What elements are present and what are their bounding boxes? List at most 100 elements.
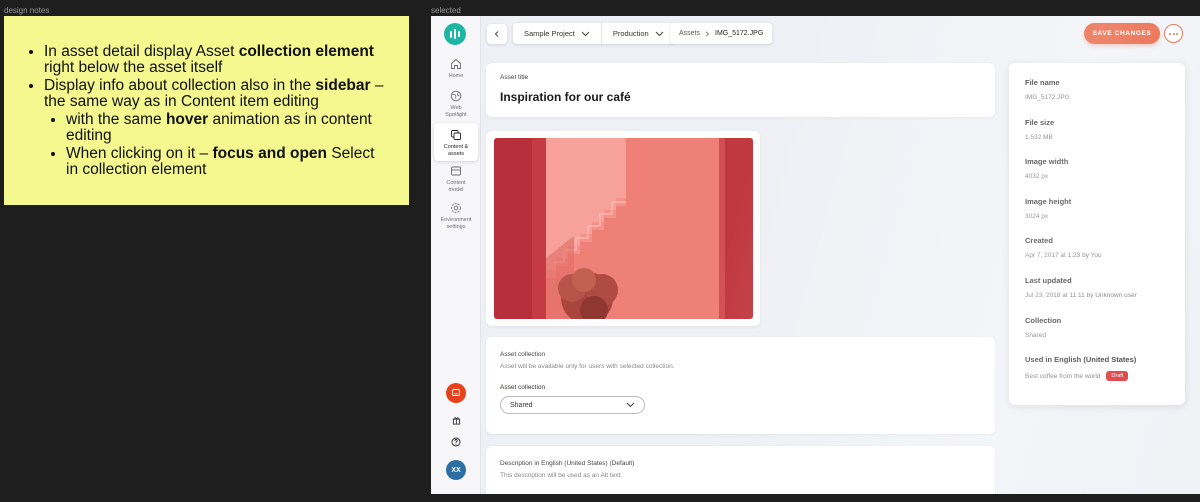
left-nav: Home Web Spotlight Content & assets Cont… — [431, 16, 481, 494]
dot-icon — [1172, 32, 1175, 35]
project-name: Sample Project — [524, 29, 575, 38]
info-value: IMG_5172.JPG — [1025, 94, 1169, 101]
note-item: In asset detail display Asset collection… — [44, 44, 389, 76]
nav-label: Spotlight — [445, 111, 467, 118]
collection-select[interactable]: Shared — [500, 396, 645, 414]
chevron-down-icon — [626, 402, 635, 408]
note-subitem: When clicking on it – focus and open Sel… — [66, 146, 389, 178]
info-value-text: Shared — [1025, 331, 1046, 339]
note-text: Display info about collection also in th… — [44, 77, 316, 94]
breadcrumb-current: IMG_5172.JPG — [715, 30, 764, 37]
info-collection[interactable]: Collection Shared — [1025, 316, 1169, 356]
asset-title-input[interactable]: Inspiration for our café — [500, 90, 981, 104]
nav-item-content-assets[interactable]: Content & assets — [434, 123, 478, 161]
gear-icon — [451, 203, 461, 213]
nav-item-home[interactable]: Home — [434, 58, 478, 80]
info-file-name: File name IMG_5172.JPG — [1025, 78, 1169, 118]
info-value-text: Jul 23, 2018 at 11:11 by Unknown user — [1025, 291, 1137, 299]
nav-label: Content & — [443, 144, 469, 150]
asset-collection-card: Asset collection Asset will be available… — [486, 337, 995, 434]
nav-label: Web — [450, 105, 462, 111]
info-value: Jul 23, 2018 at 11:11 by Unknown user — [1025, 292, 1169, 299]
asset-info-sidebar: File name IMG_5172.JPG File size 1.532 M… — [1009, 63, 1185, 405]
info-value-text: 4032 px — [1025, 173, 1049, 181]
info-value: Apr 7, 2017 at 1:23 by You — [1025, 252, 1169, 259]
asset-image[interactable] — [494, 138, 753, 319]
notes-sublist: with the same hover animation as in cont… — [44, 112, 389, 178]
note-subitem: with the same hover animation as in cont… — [66, 112, 389, 144]
nav-label: Home — [448, 73, 464, 79]
copy-icon — [451, 130, 461, 140]
home-icon — [451, 58, 461, 69]
chat-button[interactable] — [446, 383, 466, 403]
dot-icon — [1176, 32, 1178, 35]
nav-label: Environment — [440, 217, 472, 223]
note-text: right below the asset itself — [44, 59, 223, 76]
note-emphasis: sidebar — [315, 77, 371, 94]
info-file-size: File size 1.532 MB — [1025, 118, 1169, 158]
globe-icon — [450, 90, 462, 102]
collection-section-label: Asset collection — [500, 351, 546, 358]
status-badge: Draft — [1106, 371, 1129, 382]
asset-title-label: Asset title — [500, 74, 529, 81]
info-label: Last updated — [1025, 275, 1072, 285]
note-emphasis: focus and open — [212, 145, 328, 162]
chevron-down-icon — [655, 31, 664, 36]
note-text: In asset detail display Asset — [44, 43, 239, 60]
nav-label: assets — [448, 150, 464, 157]
info-value: 1.532 MB — [1025, 134, 1169, 141]
more-actions-button[interactable] — [1164, 24, 1183, 43]
project-dropdown[interactable]: Sample Project — [513, 23, 601, 44]
info-label: Collection — [1025, 315, 1062, 325]
chat-icon — [452, 389, 460, 396]
save-changes-button[interactable]: SAVE CHANGES — [1084, 23, 1160, 44]
layout-icon — [451, 166, 461, 176]
logo-icon[interactable] — [444, 23, 466, 45]
info-value-text: 3024 px — [1025, 212, 1049, 220]
nav-item-environment-settings[interactable]: Environment settings — [434, 202, 478, 230]
nav-label: settings — [446, 223, 466, 230]
info-label: Image width — [1025, 157, 1069, 167]
help-icon[interactable] — [450, 436, 462, 448]
chevron-left-icon — [494, 31, 499, 37]
nav-label: Content — [446, 180, 466, 186]
user-avatar[interactable]: XX — [446, 460, 466, 480]
collection-field-label: Asset collection — [500, 384, 546, 391]
collection-selected-value: Shared — [510, 401, 533, 409]
info-value: 3024 px — [1025, 213, 1169, 220]
breadcrumb: Assets IMG_5172.JPG — [670, 23, 773, 44]
note-text: with the same — [66, 111, 166, 128]
dot-icon — [1169, 32, 1171, 35]
nav-item-web-spotlight[interactable]: Web Spotlight — [434, 90, 478, 118]
info-value: 4032 px — [1025, 173, 1169, 180]
info-value: Best coffee from the world Draft — [1025, 371, 1169, 382]
note-text: When clicking on it – — [66, 145, 213, 162]
selected-frame-label: selected — [431, 6, 461, 15]
breadcrumb-assets[interactable]: Assets — [679, 30, 700, 37]
description-hint: This description will be used as an Alt … — [500, 472, 623, 479]
info-used-in: Used in English (United States) Best cof… — [1025, 355, 1169, 395]
back-button[interactable] — [487, 24, 507, 44]
note-emphasis: hover — [165, 111, 209, 128]
notes-frame-label: design notes — [4, 6, 50, 15]
collection-hint: Asset will be available only for users w… — [500, 363, 675, 370]
chevron-right-icon — [705, 30, 710, 37]
nav-label: model — [448, 186, 464, 193]
notes-list: In asset detail display Asset collection… — [30, 44, 389, 178]
environment-dropdown[interactable]: Production — [600, 23, 675, 44]
info-value: Shared — [1025, 332, 1169, 339]
info-image-width: Image width 4032 px — [1025, 157, 1169, 197]
gift-icon[interactable] — [450, 414, 462, 426]
asset-title-card: Asset title Inspiration for our café — [486, 63, 995, 117]
info-value-text: IMG_5172.JPG — [1025, 94, 1070, 101]
description-label: Description in English (United States) (… — [500, 460, 635, 467]
info-value-text: 1.532 MB — [1025, 133, 1053, 141]
info-image-height: Image height 3024 px — [1025, 197, 1169, 237]
info-created: Created Apr 7, 2017 at 1:23 by You — [1025, 236, 1169, 276]
info-label: Created — [1025, 236, 1053, 246]
context-selectors: Sample Project Production — [513, 23, 675, 44]
info-value-text: Apr 7, 2017 at 1:23 by You — [1025, 252, 1102, 260]
nav-item-content-model[interactable]: Content model — [434, 165, 478, 193]
info-last-updated: Last updated Jul 23, 2018 at 11:11 by Un… — [1025, 276, 1169, 316]
used-in-item-link[interactable]: Best coffee from the world — [1025, 373, 1100, 380]
